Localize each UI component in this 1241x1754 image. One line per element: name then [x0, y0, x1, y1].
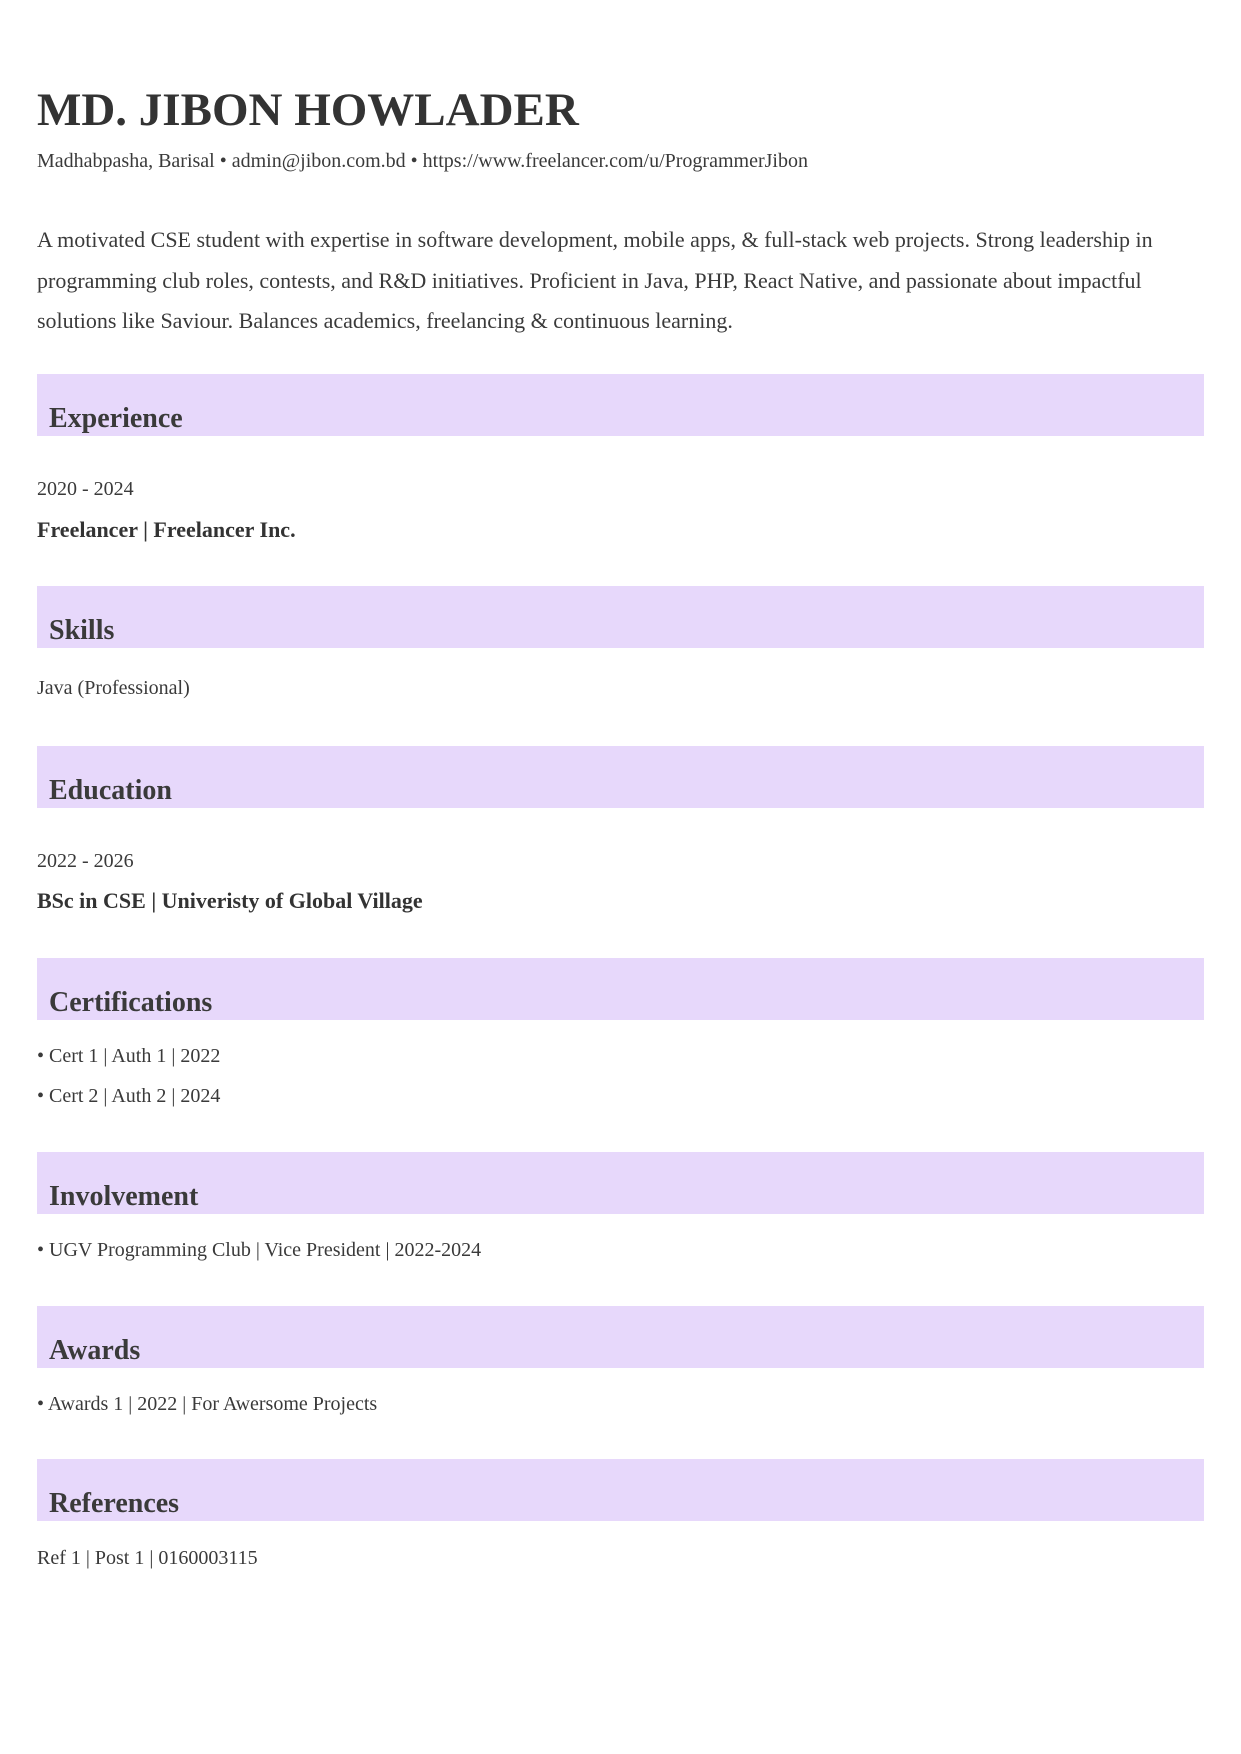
involvement-item: • UGV Programming Club | Vice President …	[37, 1239, 482, 1261]
section-header-skills: Skills	[37, 586, 1204, 648]
education-period: 2022 - 2026	[37, 850, 134, 872]
resume-page: MD. JIBON HOWLADER Madhabpasha, Barisal …	[0, 0, 1241, 1754]
section-title-certifications: Certifications	[49, 987, 213, 1018]
section-header-involvement: Involvement	[37, 1152, 1204, 1214]
section-header-references: References	[37, 1459, 1204, 1521]
profile-summary: A motivated CSE student with expertise i…	[37, 227, 1153, 333]
experience-period: 2020 - 2024	[37, 478, 134, 500]
certification-item: • Cert 1 | Auth 1 | 2022	[37, 1045, 221, 1067]
section-title-references: References	[49, 1488, 180, 1519]
section-header-certifications: Certifications	[37, 958, 1204, 1020]
section-title-involvement: Involvement	[49, 1181, 199, 1212]
section-title-education: Education	[49, 775, 172, 806]
skill-item: Java (Professional)	[37, 677, 190, 699]
section-title-awards: Awards	[49, 1335, 141, 1366]
section-header-education: Education	[37, 746, 1204, 808]
section-title-experience: Experience	[49, 403, 183, 434]
award-item: • Awards 1 | 2022 | For Awersome Project…	[37, 1393, 378, 1415]
section-header-experience: Experience	[37, 374, 1204, 436]
candidate-name: MD. JIBON HOWLADER	[37, 84, 579, 136]
reference-item: Ref 1 | Post 1 | 0160003115	[37, 1547, 258, 1569]
experience-role: Freelancer | Freelancer Inc.	[37, 517, 296, 542]
contact-line: Madhabpasha, Barisal • admin@jibon.com.b…	[37, 150, 808, 172]
section-header-awards: Awards	[37, 1306, 1204, 1368]
education-degree: BSc in CSE | Univeristy of Global Villag…	[37, 888, 423, 913]
certification-item: • Cert 2 | Auth 2 | 2024	[37, 1085, 221, 1107]
section-title-skills: Skills	[49, 615, 115, 646]
